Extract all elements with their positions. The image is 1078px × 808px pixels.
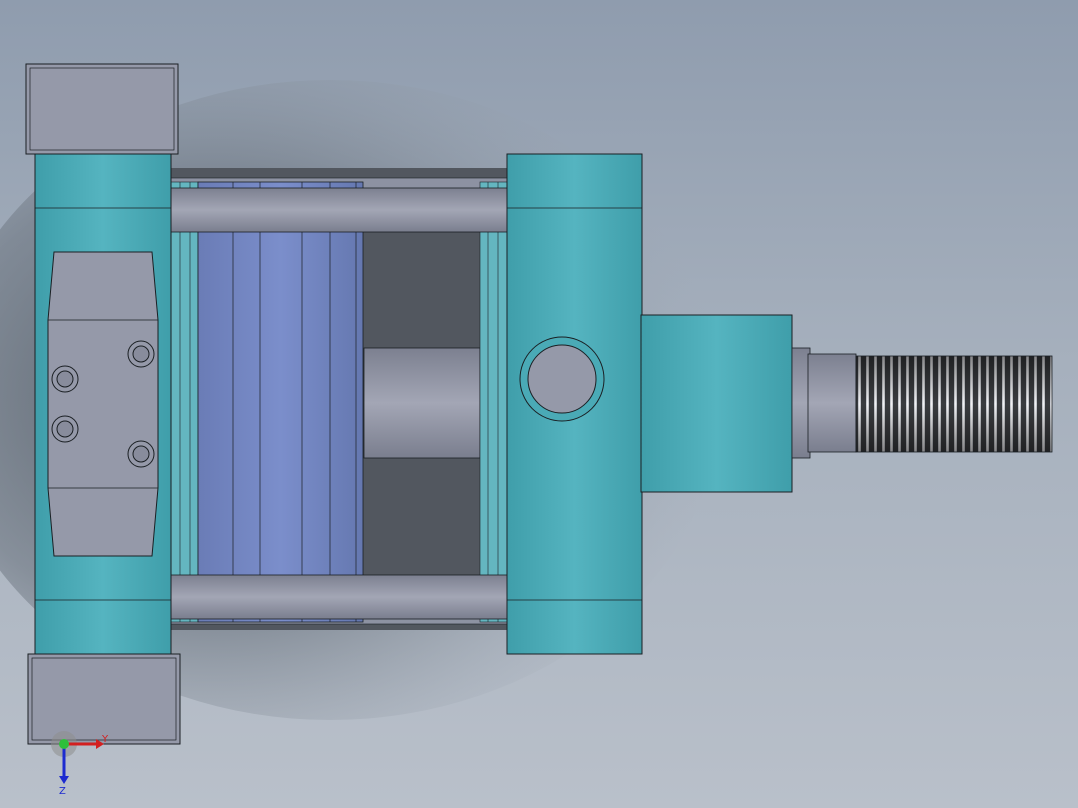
tie-rod-top xyxy=(169,187,511,233)
threaded-rod-end xyxy=(855,355,1053,453)
left-spacer-plate xyxy=(169,181,199,623)
valve-block xyxy=(47,251,159,557)
inner-rod xyxy=(363,347,481,459)
right-spacer-plate xyxy=(479,181,509,623)
valve-bolt-icon xyxy=(51,415,79,443)
hydraulic-cylinder-model[interactable]: Y Z xyxy=(0,0,1078,808)
rod-head xyxy=(640,314,793,493)
valve-bolt-icon xyxy=(127,440,155,468)
tie-rod-bottom xyxy=(169,574,511,620)
axis-label-z: Z xyxy=(59,786,66,797)
piston xyxy=(197,181,364,623)
rod-shank xyxy=(807,353,857,453)
mounting-foot-top xyxy=(25,63,179,155)
valve-bolt-icon xyxy=(127,340,155,368)
valve-bolt-icon xyxy=(51,365,79,393)
cad-viewport[interactable]: Y Z xyxy=(0,0,1078,808)
axis-label-y: Y xyxy=(101,734,109,745)
rod-collar xyxy=(791,347,811,459)
mounting-foot-bottom xyxy=(27,653,181,745)
hydraulic-port-icon xyxy=(519,336,605,422)
